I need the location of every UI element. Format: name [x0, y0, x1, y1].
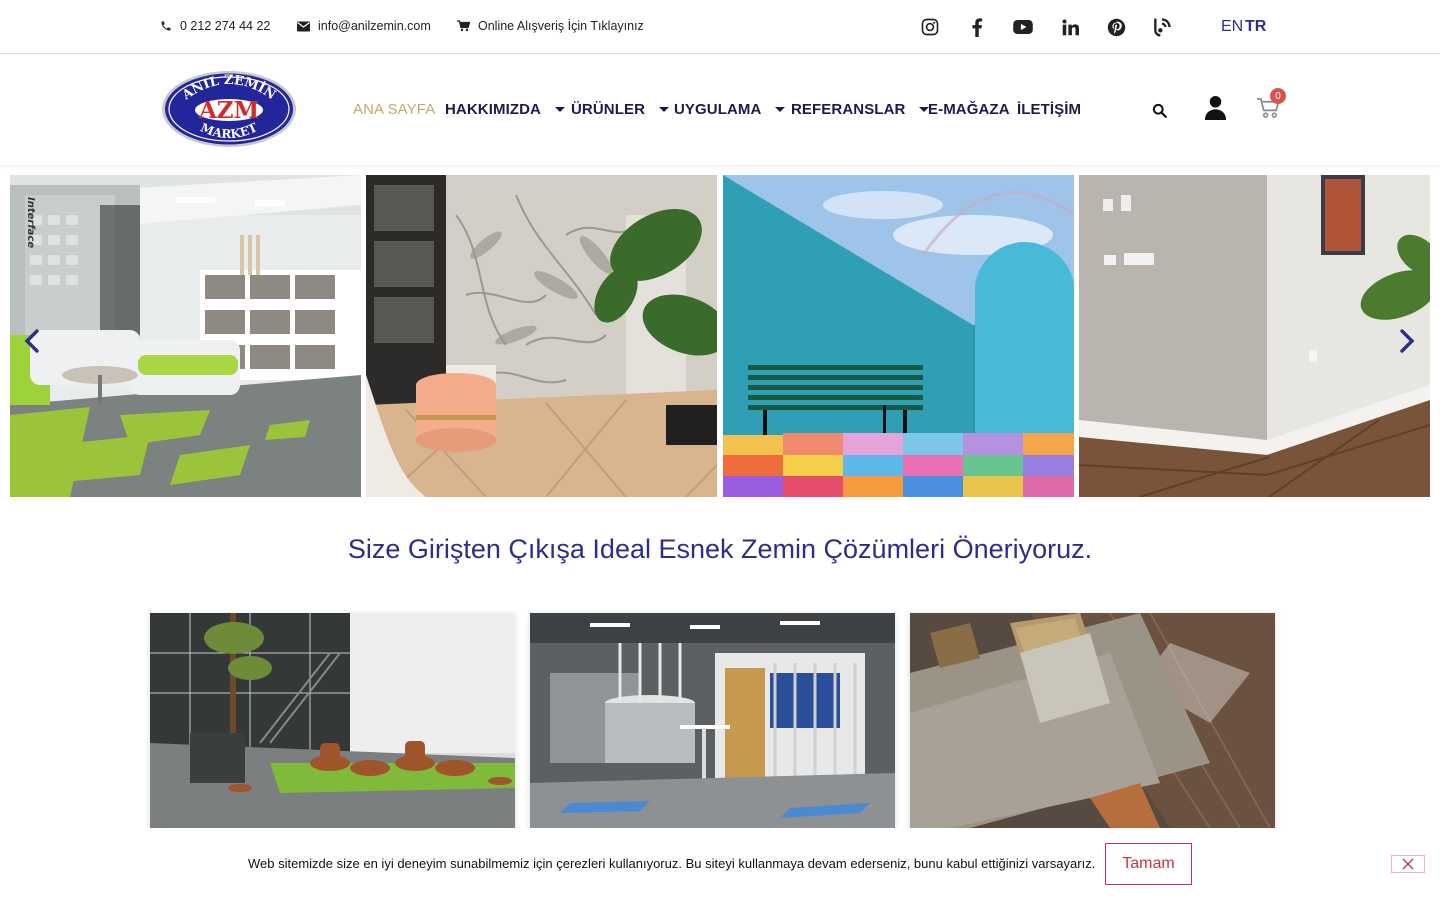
phone-icon — [161, 21, 171, 31]
nav-application[interactable]: UYGULAMA — [674, 101, 786, 118]
nav-products[interactable]: ÜRÜNLER — [571, 101, 670, 118]
youtube-icon[interactable] — [1012, 16, 1034, 38]
top-bar: 0 212 274 44 22 info@anilzemin.com Onlin… — [0, 0, 1440, 54]
cookie-close-button[interactable] — [1391, 855, 1425, 873]
nav-eshop[interactable]: E-MAĞAZA — [928, 101, 1010, 118]
search-icon[interactable] — [1150, 101, 1168, 119]
slider-image-office-carpet: Interface — [10, 175, 361, 497]
chevron-down-icon — [555, 107, 565, 112]
slider-image-hallway-wood-floor — [1079, 175, 1430, 497]
slider-image-bench-carpet-tiles — [723, 175, 1074, 497]
nav-references-label: REFERANSLAR — [791, 101, 906, 118]
nav-references[interactable]: REFERANSLAR — [791, 101, 930, 118]
lang-tr-link[interactable]: TR — [1245, 18, 1266, 36]
user-account-icon[interactable] — [1202, 93, 1228, 121]
nav-contact-label: İLETİŞİM — [1017, 101, 1082, 118]
lang-en-link[interactable]: EN — [1221, 18, 1243, 36]
email-link[interactable]: info@anilzemin.com — [297, 19, 431, 33]
phone-link[interactable]: 0 212 274 44 22 — [160, 19, 270, 33]
interface-brand-text: Interface — [25, 197, 36, 248]
page-headline: Size Girişten Çıkışa Ideal Esnek Zemin Ç… — [347, 534, 1093, 564]
cookie-accept-button[interactable]: Tamam — [1105, 843, 1192, 885]
chevron-down-icon — [775, 107, 786, 112]
logo-mid-text: AZM — [198, 97, 259, 124]
cookie-notice-bar: Web sitemizde size en iyi deneyim sunabi… — [0, 828, 1440, 900]
facebook-icon[interactable] — [966, 16, 988, 38]
cart-icon — [457, 20, 470, 32]
pinterest-icon[interactable] — [1105, 16, 1127, 38]
blog-icon[interactable] — [1151, 16, 1173, 38]
category-card-outdoor-lounge[interactable] — [150, 613, 515, 828]
nav-home-label: ANA SAYFA — [353, 101, 436, 118]
category-card-office-pod[interactable] — [530, 613, 895, 828]
nav-contact[interactable]: İLETİŞİM — [1017, 101, 1081, 118]
nav-products-label: ÜRÜNLER — [571, 101, 646, 118]
email-icon — [297, 21, 310, 31]
category-card-material-samples[interactable] — [910, 613, 1275, 828]
site-logo[interactable]: ANIL ZEMİN AZM MARKET — [160, 69, 298, 149]
cookie-notice-text: Web sitemizde size en iyi deneyim sunabi… — [248, 856, 1096, 871]
nav-eshop-label: E-MAĞAZA — [928, 101, 1010, 118]
slider-next-arrow[interactable] — [1394, 326, 1420, 356]
email-address: info@anilzemin.com — [318, 19, 431, 33]
main-header: ANIL ZEMİN AZM MARKET ANA SAYFA HAKKIMIZ… — [0, 55, 1440, 165]
nav-about-label: HAKKIMIZDA — [445, 101, 541, 118]
slider-prev-arrow[interactable] — [19, 326, 45, 356]
nav-application-label: UYGULAMA — [674, 101, 762, 118]
phone-number: 0 212 274 44 22 — [180, 19, 271, 33]
close-icon — [1402, 858, 1414, 870]
instagram-icon[interactable] — [919, 16, 941, 38]
online-shop-label: Online Alışveriş İçin Tıklayınız — [478, 19, 644, 33]
linkedin-icon[interactable] — [1059, 16, 1081, 38]
nav-about[interactable]: HAKKIMIZDA — [445, 101, 565, 118]
slider-image-wallpaper-parquet — [366, 175, 717, 497]
online-shop-link[interactable]: Online Alışveriş İçin Tıklayınız — [457, 19, 644, 33]
cart-count-badge: 0 — [1270, 88, 1286, 104]
nav-home[interactable]: ANA SAYFA — [353, 101, 435, 118]
chevron-down-icon — [659, 107, 670, 112]
